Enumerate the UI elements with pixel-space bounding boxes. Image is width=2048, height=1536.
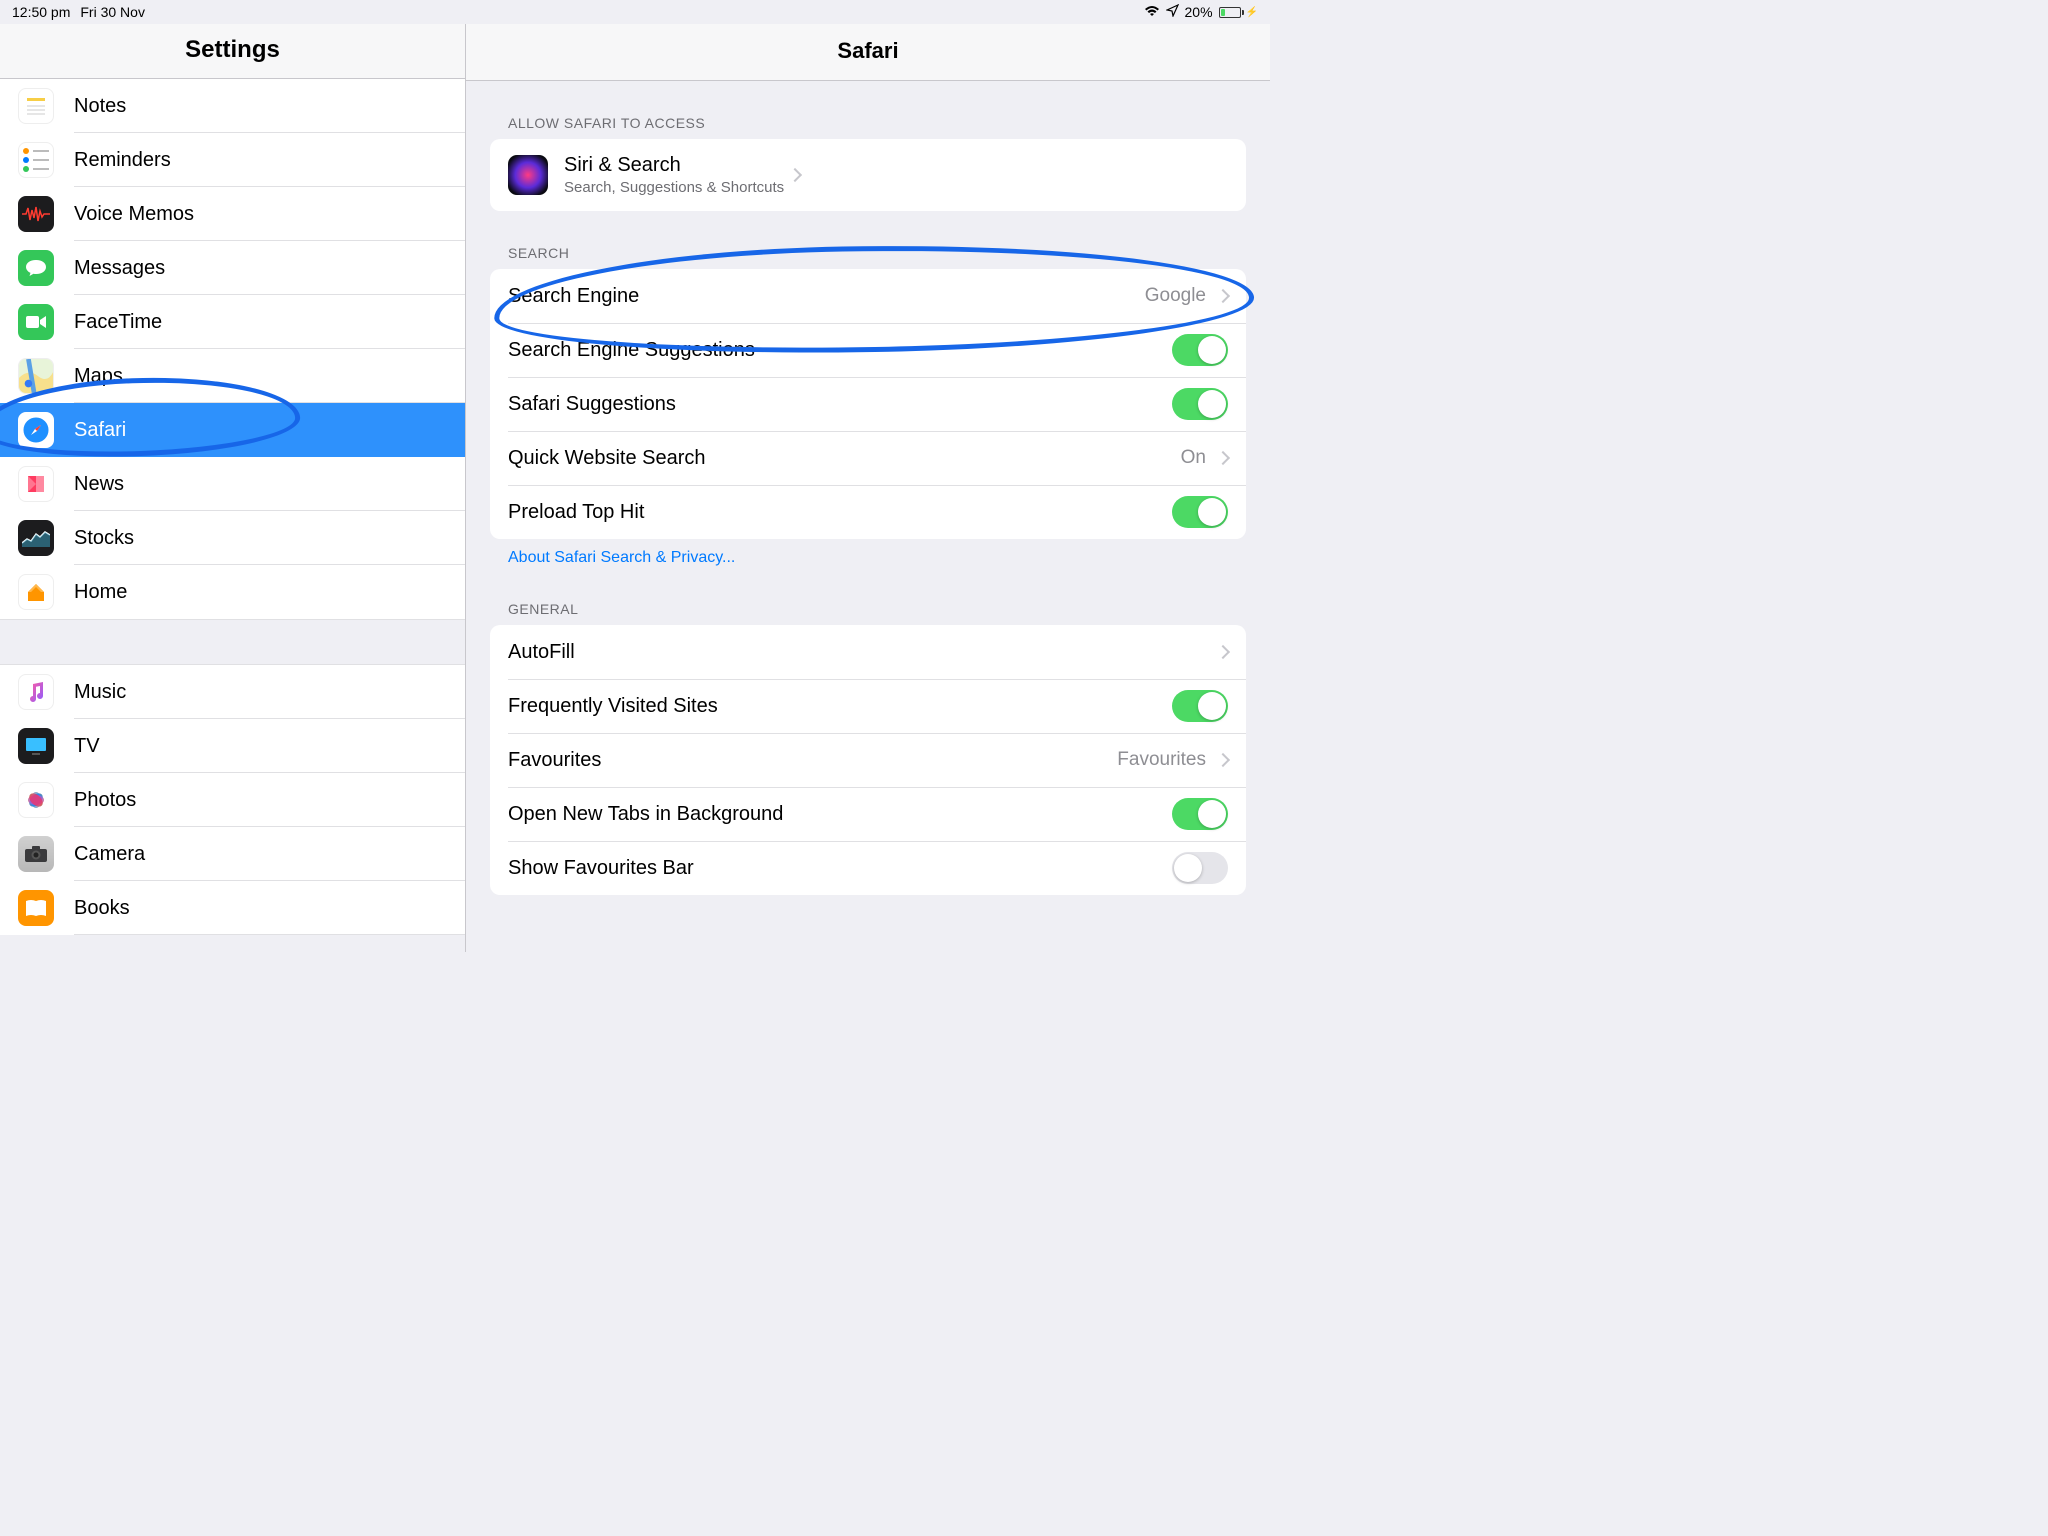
sidebar-item-label: Photos — [74, 789, 136, 812]
sidebar-item-label: Reminders — [74, 149, 171, 172]
toggle-frequently-visited[interactable] — [1172, 690, 1228, 722]
wifi-icon — [1144, 4, 1160, 20]
row-label: AutoFill — [508, 641, 1212, 664]
sidebar-item-label: Maps — [74, 365, 123, 388]
stocks-icon — [18, 520, 54, 556]
row-search-suggestions[interactable]: Search Engine Suggestions — [490, 323, 1246, 377]
books-icon — [18, 890, 54, 926]
row-label: Frequently Visited Sites — [508, 695, 1172, 718]
status-bar: 12:50 pm Fri 30 Nov 20% ⚡ — [0, 0, 1270, 24]
photos-icon — [18, 782, 54, 818]
sidebar-item-label: Camera — [74, 843, 145, 866]
sidebar-item-maps[interactable]: Maps — [0, 349, 465, 403]
voice-memos-icon — [18, 196, 54, 232]
row-label: Open New Tabs in Background — [508, 803, 1172, 826]
row-label: Safari Suggestions — [508, 393, 1172, 416]
notes-icon — [18, 88, 54, 124]
sidebar-item-notes[interactable]: Notes — [0, 79, 465, 133]
news-icon — [18, 466, 54, 502]
camera-icon — [18, 836, 54, 872]
sidebar-item-label: TV — [74, 735, 100, 758]
siri-icon — [508, 155, 548, 195]
sidebar-item-voice-memos[interactable]: Voice Memos — [0, 187, 465, 241]
home-icon — [18, 574, 54, 610]
status-time: 12:50 pm — [12, 4, 70, 20]
sidebar-item-tv[interactable]: TV — [0, 719, 465, 773]
sidebar-item-label: Notes — [74, 95, 126, 118]
chevron-right-icon — [1216, 289, 1230, 303]
row-autofill[interactable]: AutoFill — [490, 625, 1246, 679]
sidebar-item-label: FaceTime — [74, 311, 162, 334]
toggle-safari-suggestions[interactable] — [1172, 388, 1228, 420]
link-about-privacy[interactable]: About Safari Search & Privacy... — [466, 539, 1270, 567]
chevron-right-icon — [788, 168, 802, 182]
row-label: Preload Top Hit — [508, 501, 1172, 524]
sidebar-item-label: Stocks — [74, 527, 134, 550]
music-icon — [18, 674, 54, 710]
chevron-right-icon — [1216, 451, 1230, 465]
safari-icon — [18, 412, 54, 448]
sidebar-item-music[interactable]: Music — [0, 665, 465, 719]
row-label: Quick Website Search — [508, 447, 1181, 470]
siri-title: Siri & Search — [564, 154, 784, 177]
sidebar-title: Settings — [0, 24, 465, 79]
row-show-favourites-bar[interactable]: Show Favourites Bar — [490, 841, 1246, 895]
toggle-preload-top-hit[interactable] — [1172, 496, 1228, 528]
detail-title: Safari — [466, 24, 1270, 81]
sidebar-item-photos[interactable]: Photos — [0, 773, 465, 827]
toggle-new-tabs-bg[interactable] — [1172, 798, 1228, 830]
toggle-search-suggestions[interactable] — [1172, 334, 1228, 366]
status-date: Fri 30 Nov — [80, 4, 145, 20]
row-label: Search Engine Suggestions — [508, 339, 1172, 362]
quick-search-value: On — [1181, 447, 1206, 469]
sidebar-item-news[interactable]: News — [0, 457, 465, 511]
sidebar-item-stocks[interactable]: Stocks — [0, 511, 465, 565]
siri-subtitle: Search, Suggestions & Shortcuts — [564, 179, 784, 196]
section-header-general: General — [466, 567, 1270, 625]
location-icon — [1166, 4, 1179, 20]
row-open-new-tabs-bg[interactable]: Open New Tabs in Background — [490, 787, 1246, 841]
row-quick-website-search[interactable]: Quick Website Search On — [490, 431, 1246, 485]
section-header-search: Search — [466, 211, 1270, 269]
toggle-favourites-bar[interactable] — [1172, 852, 1228, 884]
row-frequently-visited[interactable]: Frequently Visited Sites — [490, 679, 1246, 733]
row-label: Favourites — [508, 749, 1117, 772]
sidebar-item-facetime[interactable]: FaceTime — [0, 295, 465, 349]
sidebar-item-messages[interactable]: Messages — [0, 241, 465, 295]
row-label: Show Favourites Bar — [508, 857, 1172, 880]
section-header-allow: Allow Safari to Access — [466, 81, 1270, 139]
sidebar-item-label: Books — [74, 897, 130, 920]
settings-sidebar: Settings Notes Reminders — [0, 24, 466, 952]
row-siri-search[interactable]: Siri & Search Search, Suggestions & Shor… — [490, 139, 1246, 211]
reminders-icon — [18, 142, 54, 178]
sidebar-item-label: Safari — [74, 419, 126, 442]
sidebar-item-books[interactable]: Books — [0, 881, 465, 935]
sidebar-item-home[interactable]: Home — [0, 565, 465, 619]
chevron-right-icon — [1216, 753, 1230, 767]
sidebar-item-label: Messages — [74, 257, 165, 280]
facetime-icon — [18, 304, 54, 340]
favourites-value: Favourites — [1117, 749, 1206, 771]
tv-icon — [18, 728, 54, 764]
row-preload-top-hit[interactable]: Preload Top Hit — [490, 485, 1246, 539]
battery-percent: 20% — [1185, 4, 1213, 20]
search-engine-label: Search Engine — [508, 285, 1145, 308]
row-safari-suggestions[interactable]: Safari Suggestions — [490, 377, 1246, 431]
chevron-right-icon — [1216, 645, 1230, 659]
row-search-engine[interactable]: Search Engine Google — [490, 269, 1246, 323]
sidebar-item-label: Music — [74, 681, 126, 704]
maps-icon — [18, 358, 54, 394]
detail-pane: Safari Allow Safari to Access Siri & Sea… — [466, 24, 1270, 952]
messages-icon — [18, 250, 54, 286]
sidebar-item-reminders[interactable]: Reminders — [0, 133, 465, 187]
sidebar-item-camera[interactable]: Camera — [0, 827, 465, 881]
search-engine-value: Google — [1145, 285, 1206, 307]
battery-icon: ⚡ — [1219, 7, 1258, 18]
sidebar-item-safari[interactable]: Safari — [0, 403, 465, 457]
sidebar-item-label: News — [74, 473, 124, 496]
sidebar-item-label: Voice Memos — [74, 203, 194, 226]
row-favourites[interactable]: Favourites Favourites — [490, 733, 1246, 787]
sidebar-item-label: Home — [74, 581, 127, 604]
